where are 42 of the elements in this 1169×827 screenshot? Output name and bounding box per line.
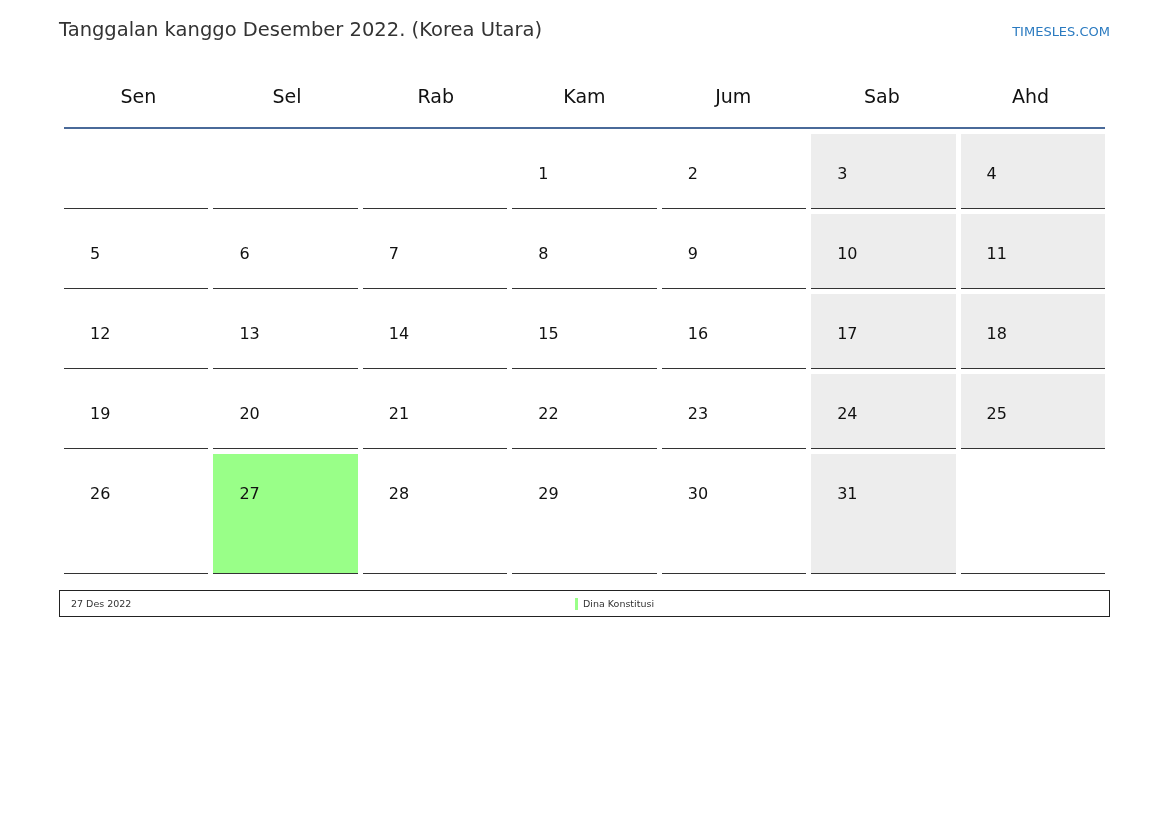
day-cell: 25 (960, 374, 1105, 449)
day-cell: 14 (362, 294, 508, 369)
day-cell: 10 (811, 214, 956, 289)
day-cell: 20 (213, 374, 358, 449)
day-cell: 3 (811, 134, 956, 209)
day-cell: 27 (213, 454, 358, 574)
holiday-name: Dina Konstitusi (583, 598, 655, 609)
day-cell: 5 (64, 214, 209, 289)
day-cell: 13 (213, 294, 358, 369)
day-cell: 17 (811, 294, 956, 369)
site-link[interactable]: TIMESLES.COM (1012, 24, 1110, 39)
day-cell: 30 (661, 454, 807, 574)
day-cell: 23 (661, 374, 807, 449)
day-cell: 2 (661, 134, 807, 209)
day-cell: 21 (362, 374, 508, 449)
day-cell: 26 (64, 454, 209, 574)
day-cell: 6 (213, 214, 358, 289)
page-title: Tanggalan kanggo Desember 2022. (Korea Utara) (59, 18, 543, 41)
day-cell: 7 (362, 214, 508, 289)
day-cell: 15 (512, 294, 657, 369)
weekday-header: Sel (271, 85, 303, 107)
day-cell: 31 (811, 454, 956, 574)
day-cell: 18 (960, 294, 1105, 369)
day-cell: 4 (960, 134, 1105, 209)
day-cell: 22 (512, 374, 657, 449)
weekday-header: Ahd (1011, 85, 1051, 107)
day-cell: 28 (362, 454, 508, 574)
day-cell: 19 (64, 374, 209, 449)
day-cell: 24 (811, 374, 956, 449)
weekday-header: Jum (713, 85, 753, 107)
weekday-header: Sen (119, 85, 158, 107)
holiday-date: 27 Des 2022 (71, 598, 133, 609)
day-cell: 16 (661, 294, 807, 369)
weekday-header: Rab (416, 85, 456, 107)
day-cell: 1 (512, 134, 657, 209)
day-cell: 8 (512, 214, 657, 289)
day-cell: 12 (64, 294, 209, 369)
weekday-header: Kam (562, 85, 607, 107)
day-cell: 9 (661, 214, 807, 289)
weekday-header: Sab (863, 85, 901, 107)
day-cell: 11 (960, 214, 1105, 289)
day-cell: 29 (512, 454, 657, 574)
